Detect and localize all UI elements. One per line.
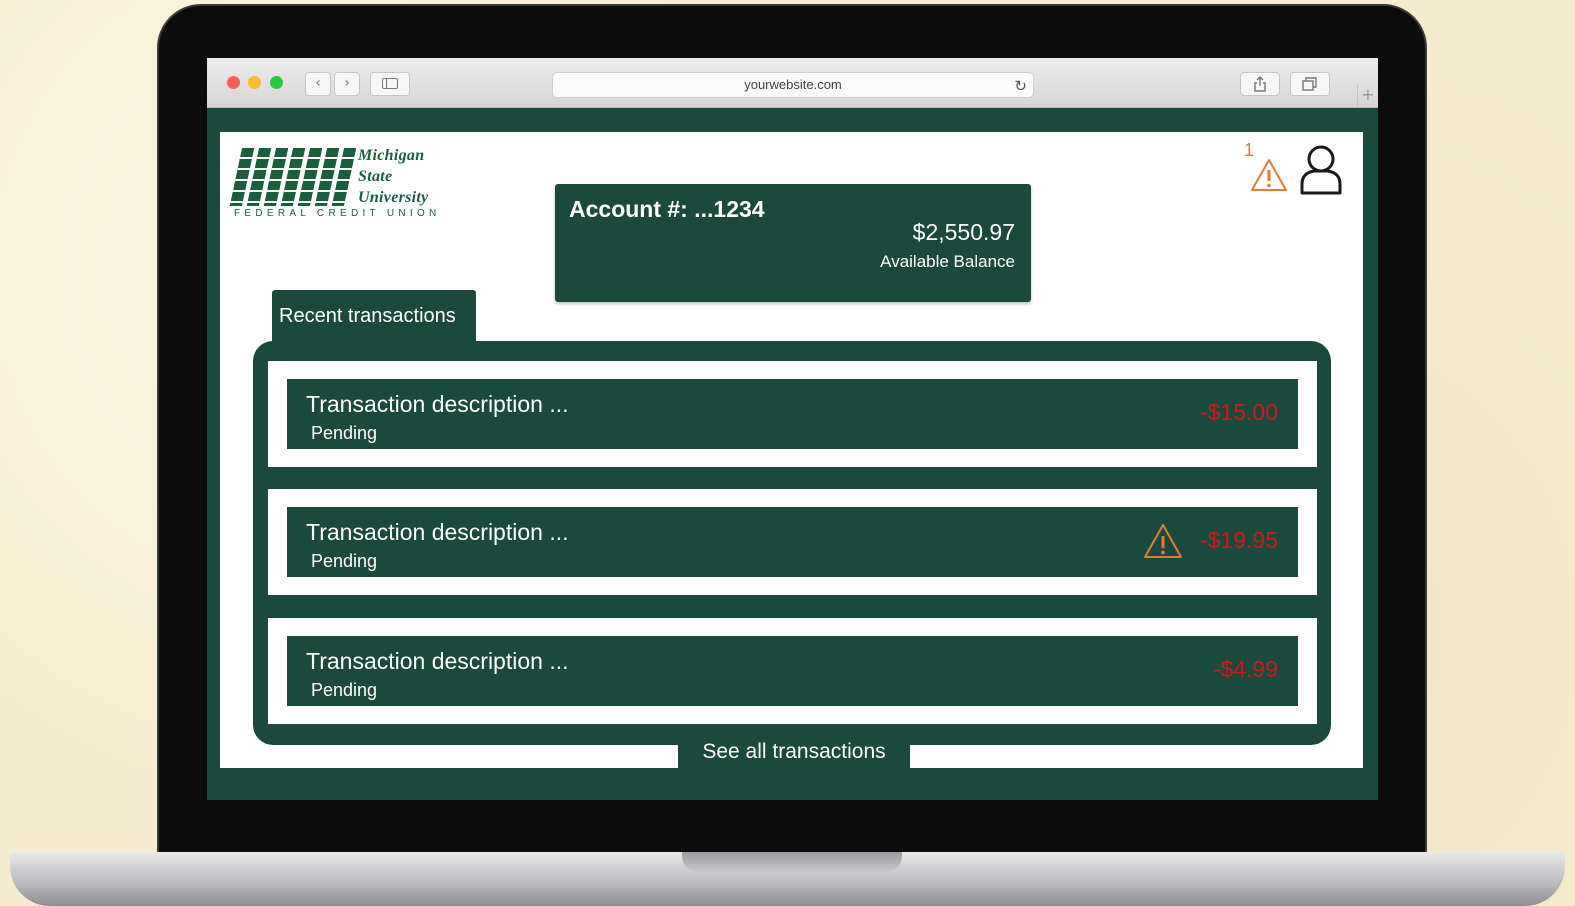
account-summary-card[interactable]: Account #: ...1234 $2,550.97 Available B… <box>555 184 1031 302</box>
reload-icon[interactable]: ↻ <box>1014 74 1027 98</box>
transaction-card: Transaction description ... Pending -$4.… <box>287 636 1298 706</box>
transaction-row[interactable]: Transaction description ... Pending -$19… <box>268 489 1317 595</box>
transaction-status: Pending <box>311 680 378 700</box>
transaction-card: Transaction description ... Pending -$15… <box>287 379 1298 449</box>
transaction-status: Pending <box>311 551 378 571</box>
forward-button[interactable]: › <box>334 72 360 96</box>
warning-triangle-icon <box>1251 159 1287 191</box>
transaction-description: Transaction description ... <box>306 519 569 545</box>
transaction-amount: -$19.95 <box>1199 527 1278 553</box>
transaction-status: Pending <box>311 423 378 443</box>
warning-triangle-icon[interactable] <box>1143 523 1183 559</box>
logo-wordmark: Michigan State University <box>358 147 429 206</box>
url-text: yourwebsite.com <box>744 77 842 92</box>
user-icon[interactable] <box>1298 144 1344 196</box>
transaction-description: Transaction description ... <box>306 391 569 417</box>
transaction-amount: -$4.99 <box>1212 656 1278 682</box>
logo-subtitle: FEDERAL CREDIT UNION <box>234 208 441 219</box>
transaction-row[interactable]: Transaction description ... Pending -$15… <box>268 361 1317 467</box>
alerts-button[interactable]: 1 <box>1244 140 1299 200</box>
see-all-transactions-button[interactable]: See all transactions <box>678 738 910 768</box>
tabs-button[interactable] <box>1290 72 1330 96</box>
account-number: Account #: ...1234 <box>569 196 765 222</box>
new-tab-button[interactable]: + <box>1357 84 1378 108</box>
transaction-card: Transaction description ... Pending -$19… <box>287 507 1298 577</box>
minimize-window-button[interactable] <box>248 76 261 89</box>
msufcu-logo[interactable]: Michigan State University FEDERAL CREDIT… <box>229 142 442 224</box>
available-balance-label: Available Balance <box>880 252 1015 271</box>
tab-recent-transactions[interactable]: Recent transactions <box>272 290 476 344</box>
tabs-icon <box>1302 77 1317 91</box>
address-bar[interactable]: yourwebsite.com ↻ <box>552 72 1034 98</box>
sidebar-toggle-button[interactable] <box>370 72 410 96</box>
transaction-description: Transaction description ... <box>306 648 569 674</box>
transaction-row[interactable]: Transaction description ... Pending -$4.… <box>268 618 1317 724</box>
sidebar-icon <box>382 77 398 89</box>
back-button[interactable]: ‹ <box>305 72 331 96</box>
laptop-notch <box>682 852 902 872</box>
close-window-button[interactable] <box>227 76 240 89</box>
maximize-window-button[interactable] <box>270 76 283 89</box>
chevron-right-icon: › <box>344 75 350 91</box>
available-balance-amount: $2,550.97 <box>912 219 1015 245</box>
bank-page: Michigan State University FEDERAL CREDIT… <box>220 132 1363 768</box>
share-icon <box>1254 76 1266 92</box>
chevron-left-icon: ‹ <box>315 75 321 91</box>
browser-toolbar: ‹ › yourwebsite.com ↻ + <box>207 58 1378 108</box>
plus-icon: + <box>1361 85 1375 104</box>
logo-mark <box>229 146 357 206</box>
share-button[interactable] <box>1240 72 1280 96</box>
transaction-amount: -$15.00 <box>1199 399 1278 425</box>
transactions-panel: Transaction description ... Pending -$15… <box>253 341 1331 745</box>
laptop-screen: ‹ › yourwebsite.com ↻ + Michigan State U… <box>207 58 1378 800</box>
